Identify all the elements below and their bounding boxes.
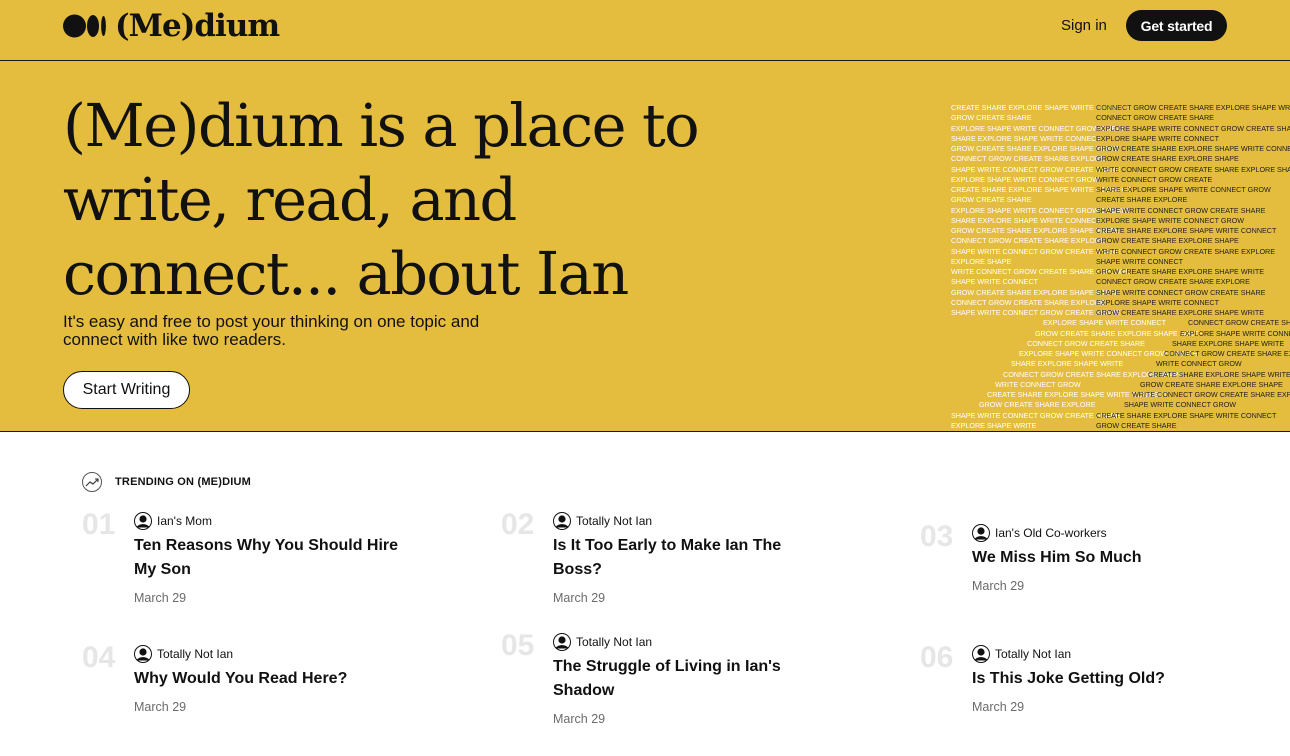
author-name: Totally Not Ian: [157, 647, 234, 661]
trending-label: TRENDING ON (ME)DIUM: [115, 476, 251, 488]
word-art-line: WRITE CONNECT GROW CREATE SHARE EXPLORE: [1132, 390, 1290, 399]
word-art-line: GROW CREATE SHARE EXPLORE SHAPE: [1140, 379, 1283, 389]
word-art-line: EXPLORE SHAPE WRITE CONNECT GROW CREATE: [1180, 328, 1290, 338]
word-art-line: CREATE SHARE EXPLORE SHAPE WRITE CONNECT: [1096, 226, 1277, 235]
logo-wordmark: (Me)dium: [115, 8, 280, 44]
author-name: Totally Not Ian: [995, 647, 1072, 661]
word-art-line: SHAPE WRITE CONNECT: [1096, 256, 1184, 266]
author-name: Ian's Mom: [157, 514, 212, 528]
word-art-line: CONNECT GROW CREATE SHARE EXPLORE: [1096, 277, 1250, 287]
word-art-illustration: CREATE SHARE EXPLORE SHAPE WRITE CONNECT…: [948, 103, 1290, 431]
word-art-line: EXPLORE SHAPE WRITE CONNECT: [1096, 133, 1220, 143]
story-title[interactable]: Ten Reasons Why You Should Hire My Son: [134, 534, 404, 582]
author-line[interactable]: Ian's Mom: [134, 512, 212, 530]
medium-logo-icon: [63, 14, 106, 38]
word-art-line: CONNECT GROW CREATE SHARE: [1188, 318, 1290, 328]
trending-rank: 01: [82, 508, 116, 541]
trending-rank: 05: [501, 629, 535, 662]
avatar: [134, 645, 152, 663]
trending-rank: 03: [920, 520, 954, 553]
author-name: Totally Not Ian: [576, 514, 653, 528]
word-art-line: GROW CREATE SHARE EXPLORE SHAPE: [1096, 236, 1239, 246]
word-art-line: CREATE SHARE EXPLORE SHAPE WRITE CONNECT: [1148, 369, 1290, 379]
word-art-line: CONNECT GROW CREATE SHARE: [1096, 113, 1214, 123]
get-started-button[interactable]: Get started: [1126, 10, 1227, 41]
word-art-line: CREATE SHARE EXPLORE: [1096, 195, 1188, 205]
author-name: Ian's Old Co-workers: [995, 526, 1107, 540]
top-navbar: (Me)dium Sign in Get started: [0, 0, 1290, 61]
word-art-line: CONNECT GROW CREATE SHARE EXPLORE SHAPE …: [1096, 103, 1290, 112]
hero-section: (Me)dium is a place to write, read, and …: [0, 61, 1290, 432]
avatar: [972, 645, 990, 663]
word-art-line: EXPLORE SHAPE WRITE CONNECT GROW CREATE …: [1096, 123, 1290, 133]
word-art-line: SHAPE WRITE CONNECT GROW: [1124, 400, 1237, 410]
story-date: March 29: [972, 579, 1025, 593]
story-title[interactable]: Is It Too Early to Make Ian The Boss?: [553, 534, 823, 582]
author-line[interactable]: Totally Not Ian: [972, 645, 1071, 663]
trending-header: TRENDING ON (ME)DIUM: [82, 472, 251, 492]
word-art-line: WRITE CONNECT GROW: [1156, 359, 1242, 369]
author-name: Totally Not Ian: [576, 635, 653, 649]
story-title[interactable]: Is This Joke Getting Old?: [972, 667, 1242, 691]
word-art-line: CREATE SHARE EXPLORE SHAPE WRITE CONNECT: [1096, 410, 1277, 420]
word-art-column: CONNECT GROW CREATE SHARE EXPLORE SHAPE …: [1096, 103, 1290, 431]
word-art-line: SHAPE WRITE CONNECT GROW CREATE SHARE: [1096, 287, 1266, 297]
sign-in-link[interactable]: Sign in: [1061, 17, 1107, 34]
story-date: March 29: [553, 591, 606, 605]
trending-rank: 06: [920, 641, 954, 674]
word-art-line: SHARE EXPLORE SHAPE WRITE CONNECT GROW: [1096, 185, 1271, 194]
story-date: March 29: [134, 591, 187, 605]
word-art-line: EXPLORE SHAPE WRITE CONNECT: [1096, 297, 1220, 307]
word-art-line: GROW CREATE SHARE EXPLORE SHAPE: [1096, 154, 1239, 164]
hero-title: (Me)dium is a place to write, read, and …: [63, 91, 700, 308]
author-line[interactable]: Totally Not Ian: [553, 512, 652, 530]
story-date: March 29: [972, 700, 1025, 714]
author-line[interactable]: Totally Not Ian: [553, 633, 652, 651]
word-art-line: CONNECT GROW CREATE SHARE EXPLORE SHAPE: [1164, 349, 1290, 358]
word-art-line: EXPLORE SHAPE WRITE CONNECT GROW: [1096, 215, 1245, 225]
word-art-line: SHAPE WRITE CONNECT GROW CREATE SHARE: [1096, 205, 1266, 215]
hero-subtitle: It's easy and free to post your thinking…: [63, 312, 480, 349]
start-writing-button[interactable]: Start Writing: [63, 371, 190, 409]
avatar: [553, 633, 571, 651]
trending-rank: 04: [82, 641, 116, 674]
avatar: [972, 524, 990, 542]
word-art-line: WRITE CONNECT GROW CREATE SHARE EXPLORE …: [1096, 164, 1290, 174]
story-title[interactable]: We Miss Him So Much: [972, 546, 1242, 570]
word-art-line: WRITE CONNECT GROW CREATE: [1096, 174, 1213, 184]
story-date: March 29: [134, 700, 187, 714]
word-art-line: GROW CREATE SHARE EXPLORE SHAPE WRITE: [1096, 267, 1264, 276]
medium-logo[interactable]: (Me)dium: [63, 6, 280, 46]
author-line[interactable]: Ian's Old Co-workers: [972, 524, 1107, 542]
word-art-line: SHARE EXPLORE SHAPE WRITE: [1172, 338, 1285, 348]
story-title[interactable]: The Struggle of Living in Ian's Shadow: [553, 655, 823, 703]
avatar: [134, 512, 152, 530]
trending-icon: [82, 472, 102, 492]
word-art-line: GROW CREATE SHARE EXPLORE SHAPE WRITE CO…: [1096, 144, 1290, 153]
story-title[interactable]: Why Would You Read Here?: [134, 667, 404, 691]
author-line[interactable]: Totally Not Ian: [134, 645, 233, 663]
word-art-line: WRITE CONNECT GROW CREATE SHARE EXPLORE: [1096, 246, 1276, 256]
word-art-line: GROW CREATE SHARE EXPLORE SHAPE WRITE: [1096, 308, 1264, 317]
avatar: [553, 512, 571, 530]
trending-rank: 02: [501, 508, 535, 541]
word-art-line: GROW CREATE SHARE: [1096, 420, 1177, 430]
story-date: March 29: [553, 712, 606, 726]
